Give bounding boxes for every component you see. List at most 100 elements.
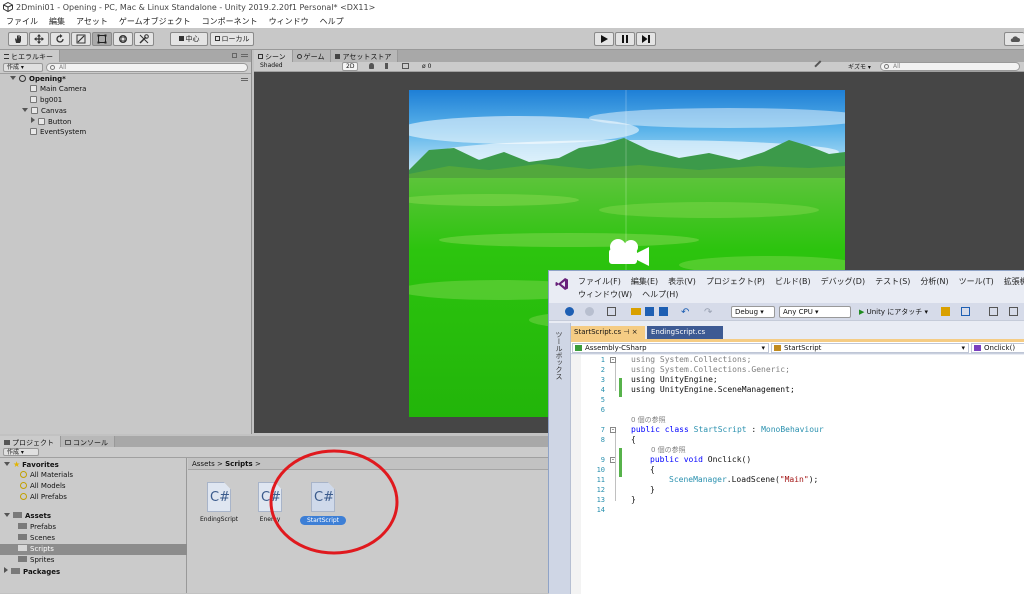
tab-asset-store[interactable]: アセットストア	[331, 50, 399, 62]
vs-menu-edit[interactable]: 編集(E)	[626, 275, 663, 288]
folder-scripts[interactable]: Scripts	[18, 545, 54, 553]
menu-gameobject[interactable]: ゲームオブジェクト	[113, 14, 196, 27]
scale-tool-button[interactable]	[71, 32, 91, 46]
hierarchy-item-canvas[interactable]: Canvas	[22, 107, 67, 115]
light-icon[interactable]	[369, 63, 374, 69]
scene-search-input[interactable]: All	[880, 62, 1020, 71]
move-tool-button[interactable]	[29, 32, 49, 46]
custom-tool-button[interactable]	[134, 32, 154, 46]
vs-menu-file[interactable]: ファイル(F)	[573, 275, 626, 288]
step-button[interactable]	[636, 32, 656, 46]
codelens-method-refs[interactable]: 0 個の参照	[651, 445, 686, 455]
folder-sprites[interactable]: Sprites	[18, 556, 54, 564]
pivot-center-toggle[interactable]: 中心	[170, 32, 208, 46]
hierarchy-item-bg001[interactable]: bg001	[30, 96, 62, 104]
nav-class-dropdown[interactable]: StartScript ▾	[771, 343, 969, 353]
hierarchy-search-input[interactable]: All	[46, 63, 248, 72]
redo-icon[interactable]: ↷	[704, 307, 712, 318]
audio-icon[interactable]	[385, 63, 391, 69]
vs-menu-tools[interactable]: ツール(T)	[954, 275, 999, 288]
collapse-arrow-icon[interactable]	[4, 567, 8, 573]
pin-icon[interactable]: ⊣	[623, 328, 629, 336]
tab-hierarchy[interactable]: ヒエラルキー	[0, 50, 60, 62]
hand-tool-button[interactable]	[8, 32, 28, 46]
vs-menu-build[interactable]: ビルド(B)	[770, 275, 816, 288]
favorite-all-prefabs[interactable]: All Prefabs	[20, 493, 67, 501]
local-global-toggle[interactable]: ローカル	[210, 32, 254, 46]
breakpoint-margin[interactable]	[571, 355, 581, 594]
scene-root-item[interactable]: Opening*	[10, 75, 66, 83]
toolbox-side-tab[interactable]: ツールボックス	[549, 323, 571, 594]
tab-scene[interactable]: シーン	[254, 50, 293, 62]
rect-tool-button[interactable]	[92, 32, 112, 46]
hierarchy-create-dropdown[interactable]: 作成 ▾	[3, 63, 43, 72]
scene-menu-icon[interactable]	[241, 78, 248, 81]
expand-arrow-icon[interactable]	[4, 513, 10, 517]
assets-root[interactable]: Assets	[4, 512, 51, 520]
vs-menu-test[interactable]: テスト(S)	[870, 275, 915, 288]
new-project-icon[interactable]	[607, 307, 616, 316]
packages-root[interactable]: Packages	[4, 567, 60, 576]
nav-project-dropdown[interactable]: Assembly-CSharp ▾	[572, 343, 769, 353]
favorite-all-models[interactable]: All Models	[20, 482, 66, 490]
rotate-tool-button[interactable]	[50, 32, 70, 46]
tab-endingscript-cs[interactable]: EndingScript.cs	[647, 326, 723, 339]
code-editor[interactable]: 1 2 3 4 5 6 7 8 9 10 11 12 13 14 - - - u…	[571, 355, 1024, 594]
scene-tools-icon[interactable]	[814, 60, 826, 72]
menu-file[interactable]: ファイル	[0, 14, 43, 27]
config-dropdown[interactable]: Debug ▾	[731, 306, 775, 318]
toolbar-icon-b[interactable]	[961, 307, 970, 316]
gizmos-dropdown[interactable]: ギズモ ▾	[848, 62, 871, 71]
attach-button[interactable]: ▶ Unity にアタッチ ▾	[859, 307, 928, 317]
menu-component[interactable]: コンポーネント	[196, 14, 263, 27]
back-icon[interactable]	[565, 307, 574, 316]
project-create-dropdown[interactable]: 作成 ▾	[3, 448, 39, 456]
tab-game[interactable]: ゲーム	[292, 50, 332, 62]
folder-prefabs[interactable]: Prefabs	[18, 523, 56, 531]
open-icon[interactable]	[631, 308, 641, 315]
toggle-2d-button[interactable]: 2D	[342, 62, 358, 71]
vs-menu-analyze[interactable]: 分析(N)	[915, 275, 953, 288]
hierarchy-item-button[interactable]: Button	[31, 117, 71, 126]
platform-dropdown[interactable]: Any CPU ▾	[779, 306, 851, 318]
toolbar-icon-a[interactable]	[941, 307, 950, 316]
toolbar-icon-c[interactable]	[989, 307, 998, 316]
vs-menu-window[interactable]: ウィンドウ(W)	[573, 288, 637, 301]
breadcrumb-assets[interactable]: Assets	[192, 460, 215, 468]
hierarchy-item-main-camera[interactable]: Main Camera	[30, 85, 86, 93]
transform-tool-button[interactable]	[113, 32, 133, 46]
breadcrumb-scripts[interactable]: Scripts	[225, 460, 253, 468]
nav-member-dropdown[interactable]: Onclick()	[971, 343, 1024, 353]
hidden-objects-icon[interactable]: ø 0	[422, 63, 431, 70]
vs-menu-view[interactable]: 表示(V)	[663, 275, 701, 288]
folder-scenes[interactable]: Scenes	[18, 534, 55, 542]
camera-gizmo-icon[interactable]	[605, 238, 651, 268]
menu-edit[interactable]: 編集	[43, 14, 70, 27]
collapse-arrow-icon[interactable]	[31, 117, 35, 123]
favorites-root[interactable]: ★ Favorites	[4, 460, 59, 469]
expand-arrow-icon[interactable]	[4, 462, 10, 466]
save-icon[interactable]	[645, 307, 654, 316]
vs-menu-extensions[interactable]: 拡張機能(X)	[999, 275, 1024, 288]
collab-button[interactable]	[1004, 32, 1024, 46]
expand-arrow-icon[interactable]	[10, 76, 16, 80]
expand-arrow-icon[interactable]	[22, 108, 28, 112]
codelens-class-refs[interactable]: 0 個の参照	[631, 415, 666, 425]
save-all-icon[interactable]	[659, 307, 668, 316]
menu-window[interactable]: ウィンドウ	[263, 14, 314, 27]
vs-menu-project[interactable]: プロジェクト(P)	[701, 275, 770, 288]
pause-button[interactable]	[615, 32, 635, 46]
play-button[interactable]	[594, 32, 614, 46]
menu-help[interactable]: ヘルプ	[314, 14, 349, 27]
lock-icon[interactable]	[232, 53, 237, 58]
close-icon[interactable]: ×	[632, 328, 638, 336]
favorite-all-materials[interactable]: All Materials	[20, 471, 73, 479]
vs-menu-help[interactable]: ヘルプ(H)	[637, 288, 683, 301]
forward-icon[interactable]	[585, 307, 594, 316]
vs-menu-debug[interactable]: デバッグ(D)	[816, 275, 870, 288]
shading-mode-dropdown[interactable]: Shaded	[260, 62, 283, 69]
undo-icon[interactable]: ↶	[681, 307, 689, 318]
hierarchy-item-eventsystem[interactable]: EventSystem	[30, 128, 86, 136]
panel-menu-icon[interactable]	[241, 54, 248, 57]
toolbar-icon-d[interactable]	[1009, 307, 1018, 316]
